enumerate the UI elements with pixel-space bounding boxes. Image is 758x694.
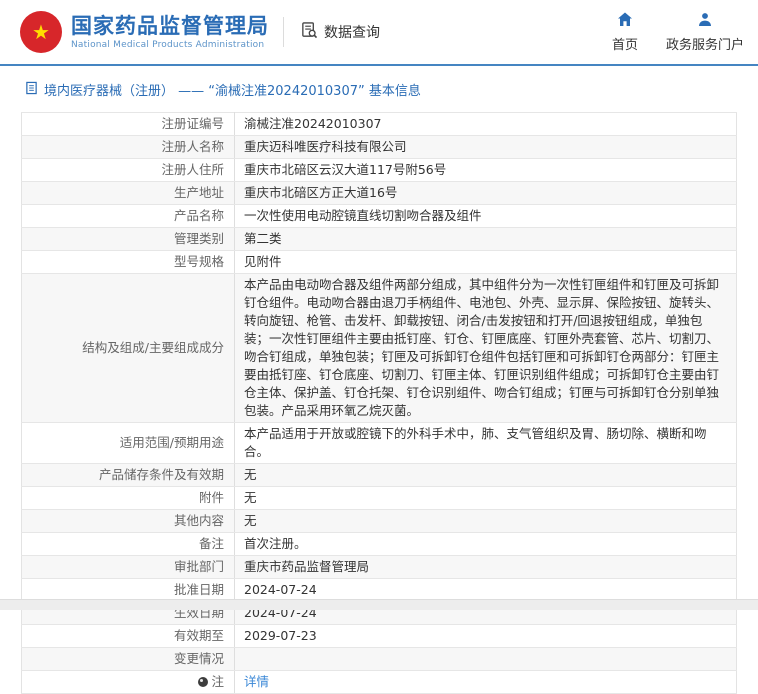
row-label: 审批部门 bbox=[21, 555, 235, 579]
row-value: 见附件 bbox=[234, 250, 737, 274]
document-icon bbox=[25, 81, 38, 99]
row-value: 首次注册。 bbox=[234, 532, 737, 556]
table-row: 注册人住所 重庆市北碚区云汉大道117号附56号 bbox=[21, 158, 737, 182]
row-label: 注册人名称 bbox=[21, 135, 235, 159]
table-row: 管理类别 第二类 bbox=[21, 227, 737, 251]
row-value: 无 bbox=[234, 463, 737, 487]
nav-portal-label: 政务服务门户 bbox=[665, 37, 744, 53]
row-value: 重庆市北碚区云汉大道117号附56号 bbox=[234, 158, 737, 182]
row-label: 产品储存条件及有效期 bbox=[21, 463, 235, 487]
table-row: 注详情 bbox=[21, 670, 737, 694]
table-row: 审批部门 重庆市药品监督管理局 bbox=[21, 555, 737, 579]
row-value: 一次性使用电动腔镜直线切割吻合器及组件 bbox=[234, 204, 737, 228]
row-label: 适用范围/预期用途 bbox=[21, 422, 235, 464]
site-subtitle: National Medical Products Administration bbox=[71, 40, 265, 50]
nav-home-label: 首页 bbox=[611, 37, 638, 53]
table-row: 注册人名称 重庆迈科唯医疗科技有限公司 bbox=[21, 135, 737, 159]
footer-strip bbox=[0, 599, 758, 610]
row-value bbox=[234, 647, 737, 671]
data-query-label: 数据查询 bbox=[324, 25, 380, 41]
row-value: 详情 bbox=[234, 670, 737, 694]
table-row: 有效期至 2029-07-23 bbox=[21, 624, 737, 648]
home-icon bbox=[617, 12, 633, 34]
row-label: 有效期至 bbox=[21, 624, 235, 648]
table-row: 产品储存条件及有效期无 bbox=[21, 463, 737, 487]
data-query-icon bbox=[300, 21, 319, 44]
row-label: 产品名称 bbox=[21, 204, 235, 228]
row-value: 重庆迈科唯医疗科技有限公司 bbox=[234, 135, 737, 159]
row-value: 本产品适用于开放或腔镜下的外科手术中，肺、支气管组织及胃、肠切除、横断和吻合。 bbox=[234, 422, 737, 464]
table-row: 适用范围/预期用途 本产品适用于开放或腔镜下的外科手术中，肺、支气管组织及胃、肠切… bbox=[21, 422, 737, 464]
row-value: 重庆市药品监督管理局 bbox=[234, 555, 737, 579]
breadcrumb-text: 境内医疗器械（注册） —— “渝械注准20242010307” 基本信息 bbox=[44, 84, 421, 99]
row-label: 注 bbox=[21, 670, 235, 694]
table-row: 附件无 bbox=[21, 486, 737, 510]
data-query-button[interactable]: 数据查询 bbox=[300, 21, 380, 44]
breadcrumb: 境内医疗器械（注册） —— “渝械注准20242010307” 基本信息 bbox=[25, 80, 758, 99]
header-divider bbox=[283, 17, 284, 47]
table-row: 注册证编号 渝械注准20242010307 bbox=[21, 112, 737, 136]
row-value: 渝械注准20242010307 bbox=[234, 112, 737, 136]
table-row: 备注 首次注册。 bbox=[21, 532, 737, 556]
row-label: 型号规格 bbox=[21, 250, 235, 274]
row-label: 注册证编号 bbox=[21, 112, 235, 136]
detail-link[interactable]: 详情 bbox=[244, 674, 269, 689]
table-row: 其他内容无 bbox=[21, 509, 737, 533]
table-row: 产品名称 一次性使用电动腔镜直线切割吻合器及组件 bbox=[21, 204, 737, 228]
row-label: 其他内容 bbox=[21, 509, 235, 533]
table-row: 变更情况 bbox=[21, 647, 737, 671]
row-label: 管理类别 bbox=[21, 227, 235, 251]
row-value: 无 bbox=[234, 486, 737, 510]
row-value: 无 bbox=[234, 509, 737, 533]
site-header: ★ 国家药品监督管理局 National Medical Products Ad… bbox=[0, 0, 758, 66]
note-icon bbox=[198, 677, 209, 687]
site-logo[interactable]: ★ 国家药品监督管理局 National Medical Products Ad… bbox=[20, 11, 269, 53]
row-label: 备注 bbox=[21, 532, 235, 556]
table-row: 结构及组成/主要组成成分 本产品由电动吻合器及组件两部分组成，其中组件分为一次性钉… bbox=[21, 273, 737, 423]
table-row: 生产地址 重庆市北碚区方正大道16号 bbox=[21, 181, 737, 205]
row-label: 结构及组成/主要组成成分 bbox=[21, 273, 235, 423]
row-value: 本产品由电动吻合器及组件两部分组成，其中组件分为一次性钉匣组件和钉匣及可拆卸钉仓… bbox=[234, 273, 737, 423]
table-row: 型号规格 见附件 bbox=[21, 250, 737, 274]
nav-item-service-portal[interactable]: 政务服务门户 bbox=[666, 12, 744, 53]
row-label: 注册人住所 bbox=[21, 158, 235, 182]
national-emblem-icon: ★ bbox=[20, 11, 62, 53]
site-title: 国家药品监督管理局 bbox=[71, 14, 269, 38]
row-label: 附件 bbox=[21, 486, 235, 510]
row-value: 重庆市北碚区方正大道16号 bbox=[234, 181, 737, 205]
row-value: 2029-07-23 bbox=[234, 624, 737, 648]
row-label: 生产地址 bbox=[21, 181, 235, 205]
nav-item-home[interactable]: 首页 bbox=[612, 12, 638, 53]
user-icon bbox=[697, 12, 713, 34]
row-value: 第二类 bbox=[234, 227, 737, 251]
row-label: 变更情况 bbox=[21, 647, 235, 671]
